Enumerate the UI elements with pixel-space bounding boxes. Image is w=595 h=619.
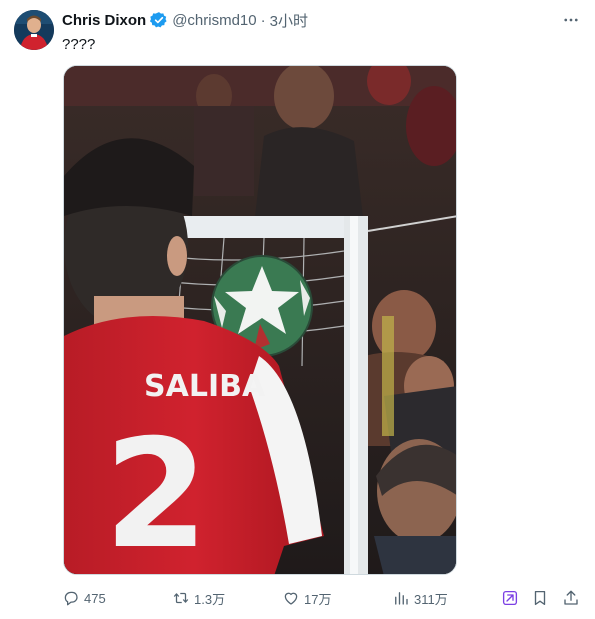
- like-button[interactable]: 17万: [282, 587, 331, 609]
- views-icon: [395, 592, 408, 605]
- action-bar: 475 1.3万 17万 311万: [62, 587, 582, 609]
- like-icon: [284, 592, 298, 605]
- reply-icon: [64, 591, 78, 606]
- jersey-name: SALIBA: [144, 369, 266, 404]
- repost-icon: [173, 592, 189, 604]
- jersey-number: 2: [104, 408, 208, 575]
- tweet[interactable]: Chris Dixon @chrismd10 · 3小时 ???? SALIBA…: [0, 0, 595, 619]
- timestamp[interactable]: 3小时: [270, 10, 308, 31]
- author-name[interactable]: Chris Dixon: [62, 12, 146, 29]
- separator-dot: ·: [260, 11, 266, 29]
- tweet-header: Chris Dixon @chrismd10 · 3小时: [62, 9, 308, 31]
- repost-button[interactable]: 1.3万: [172, 587, 225, 609]
- views-button[interactable]: 311万: [392, 587, 448, 609]
- avatar[interactable]: [14, 10, 54, 50]
- reply-count: 475: [84, 590, 106, 606]
- verified-badge-icon: [150, 11, 168, 29]
- tweet-media[interactable]: SALIBA 2: [63, 65, 457, 575]
- grok-icon[interactable]: [499, 587, 521, 609]
- tweet-text: ????: [62, 36, 96, 53]
- share-icon[interactable]: [560, 587, 582, 609]
- like-count: 17万: [304, 591, 332, 607]
- reply-button[interactable]: 475: [62, 587, 106, 609]
- bookmark-icon[interactable]: [529, 587, 551, 609]
- repost-count: 1.3万: [194, 591, 226, 607]
- author-handle[interactable]: @chrismd10: [172, 12, 256, 29]
- more-options-icon[interactable]: [560, 9, 582, 31]
- views-count: 311万: [414, 591, 448, 607]
